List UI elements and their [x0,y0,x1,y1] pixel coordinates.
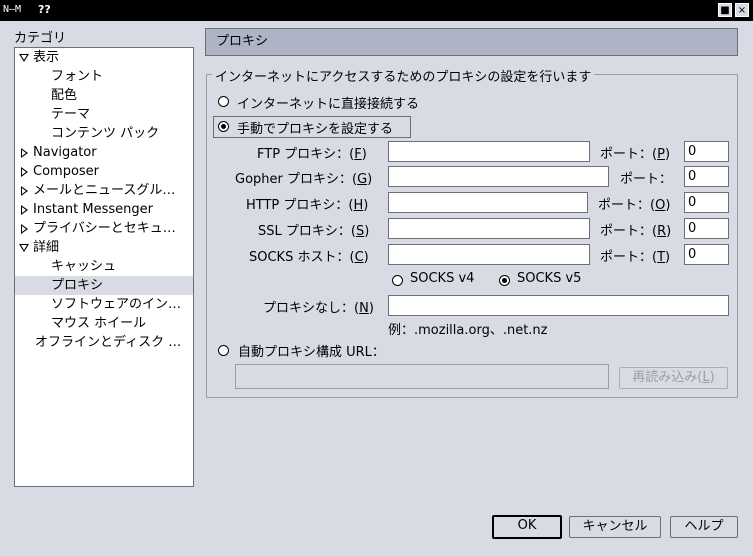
ssl-port-input[interactable]: 0 [684,218,729,239]
tree-item-advanced[interactable]: 詳細 [15,238,193,257]
cancel-button[interactable]: キャンセル [569,516,661,538]
category-label: カテゴリ [14,31,67,46]
category-tree[interactable]: 表示 フォント 配色 テーマ コンテンツ パック Navigator Compo… [14,47,194,487]
twisty-closed-icon[interactable] [21,205,28,215]
twisty-open-icon[interactable] [19,244,29,252]
twisty-closed-icon[interactable] [21,186,28,196]
ssl-port-label: ポート：(R) [600,224,672,239]
app-logo-icon: N–M [3,4,22,15]
no-proxy-label: プロキシなし：(N) [263,301,374,316]
no-proxy-input[interactable] [388,295,729,316]
tree-item-software-install[interactable]: ソフトウェアのイン… [15,295,193,314]
socks-port-label: ポート：(T) [600,250,671,265]
ftp-proxy-input[interactable] [388,141,590,162]
twisty-closed-icon[interactable] [21,148,28,158]
tree-item-content-packs[interactable]: コンテンツ パック [15,124,193,143]
gopher-proxy-label: Gopher プロキシ：(G) [235,172,373,187]
window-title: ?? [38,3,51,16]
direct-connection-radio[interactable] [218,96,229,107]
close-button[interactable]: × [735,3,749,17]
socks-host-input[interactable] [388,244,590,265]
group-title: インターネットにアクセスするためのプロキシの設定を行います [212,66,595,85]
tree-item-appearance[interactable]: 表示 [15,48,193,67]
tree-item-cache[interactable]: キャッシュ [15,257,193,276]
http-proxy-input[interactable] [388,192,588,213]
no-proxy-example: 例：.mozilla.org、.net.nz [388,323,548,338]
gopher-port-label: ポート： [620,172,673,187]
socks-host-label: SOCKS ホスト：(C) [249,250,369,265]
reload-button[interactable]: 再読み込み(L) [619,367,728,389]
auto-proxy-url-input[interactable] [235,364,609,389]
direct-connection-label[interactable]: インターネットに直接接続する [237,93,419,112]
ftp-port-label: ポート：(P) [600,147,671,162]
ftp-port-input[interactable]: 0 [684,141,729,162]
panel-header: プロキシ [205,28,738,56]
tree-item-instant-messenger[interactable]: Instant Messenger [15,200,193,219]
socks-v4-radio[interactable] [392,275,403,286]
tree-item-navigator[interactable]: Navigator [15,143,193,162]
socks-v5-label[interactable]: SOCKS v5 [517,271,581,286]
http-proxy-label: HTTP プロキシ：(H) [246,198,369,213]
tree-item-privacy-security[interactable]: プライバシーとセキュ… [15,219,193,238]
restore-button[interactable]: ■ [718,3,732,17]
ok-button[interactable]: OK [492,515,562,539]
twisty-open-icon[interactable] [19,54,29,62]
http-port-label: ポート：(O) [598,198,671,213]
tree-item-composer[interactable]: Composer [15,162,193,181]
tree-item-mouse-wheel[interactable]: マウス ホイール [15,314,193,333]
title-bar: N–M ?? ■ × [0,0,753,21]
gopher-port-input[interactable]: 0 [684,166,729,187]
tree-item-proxies[interactable]: プロキシ [15,276,193,295]
help-button[interactable]: ヘルプ [670,516,738,538]
ftp-proxy-label: FTP プロキシ：(F) [257,147,367,162]
socks-port-input[interactable]: 0 [684,244,729,265]
ssl-proxy-input[interactable] [388,218,590,239]
tree-item-colors[interactable]: 配色 [15,86,193,105]
tree-item-mail-news[interactable]: メールとニュースグル… [15,181,193,200]
gopher-proxy-input[interactable] [388,166,609,187]
twisty-closed-icon[interactable] [21,167,28,177]
socks-v4-label[interactable]: SOCKS v4 [410,271,474,286]
twisty-closed-icon[interactable] [21,224,28,234]
ssl-proxy-label: SSL プロキシ：(S) [258,224,370,239]
auto-proxy-label[interactable]: 自動プロキシ構成 URL： [238,341,385,360]
http-port-input[interactable]: 0 [684,192,729,213]
tree-item-themes[interactable]: テーマ [15,105,193,124]
manual-proxy-label[interactable]: 手動でプロキシを設定する [237,118,393,137]
tree-item-fonts[interactable]: フォント [15,67,193,86]
auto-proxy-radio[interactable] [218,345,229,356]
tree-item-offline-disk[interactable]: オフラインとディスク … [15,333,193,352]
manual-proxy-radio[interactable] [218,121,229,132]
socks-v5-radio[interactable] [499,275,510,286]
